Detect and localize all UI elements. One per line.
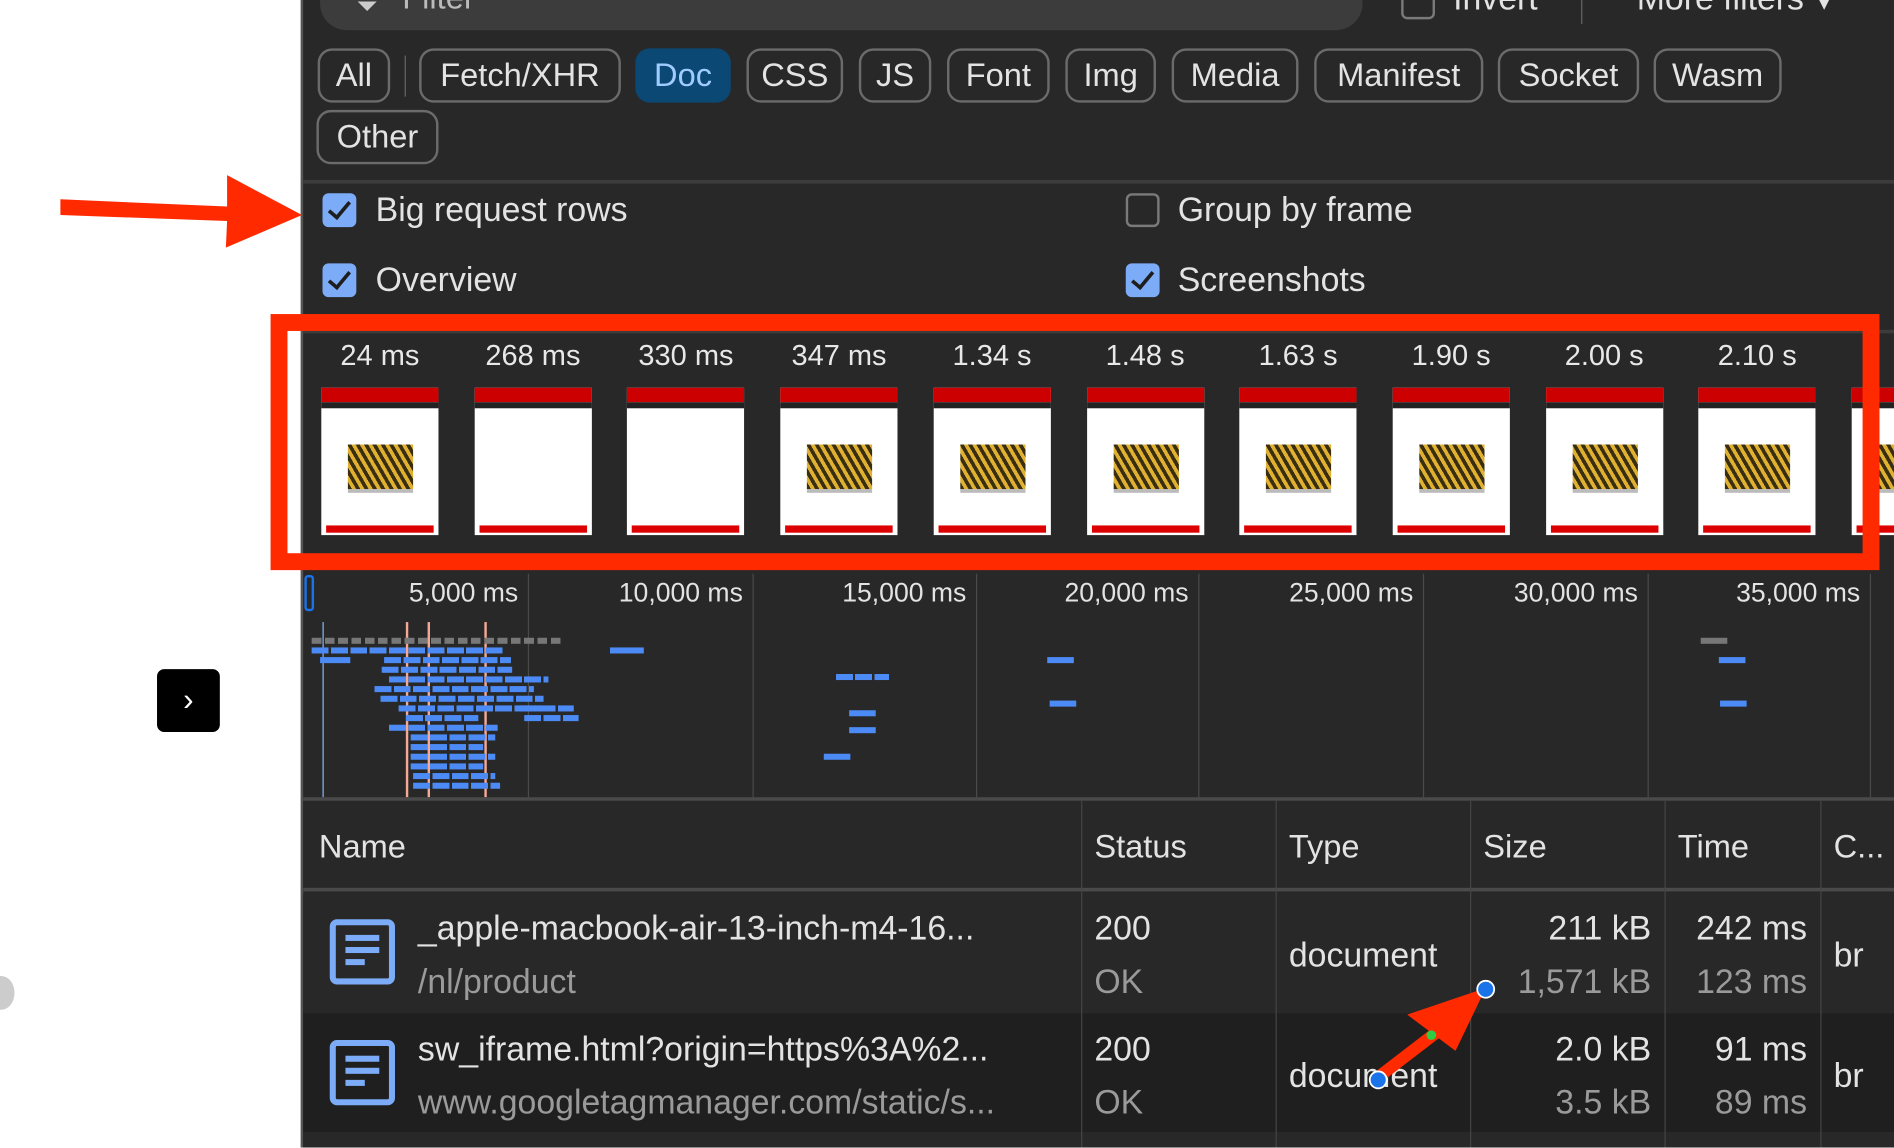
red-arrow-icon [1368, 979, 1496, 1090]
red-arrow-icon [60, 175, 302, 248]
annotation-arrow-left [60, 175, 1496, 1090]
